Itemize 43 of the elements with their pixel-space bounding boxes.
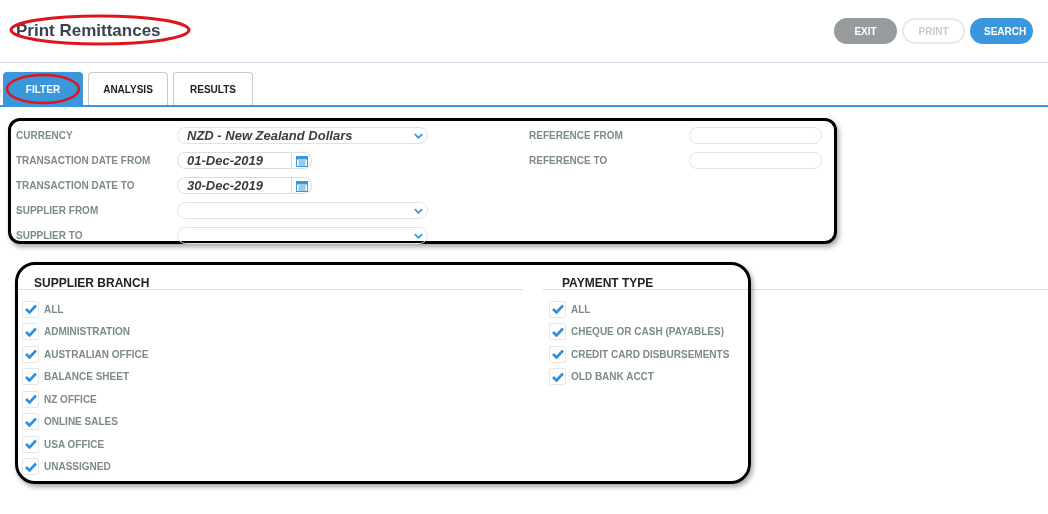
section-heading: SUPPLIER BRANCH xyxy=(34,276,150,290)
checkbox[interactable] xyxy=(22,458,39,476)
field-label: TRANSACTION DATE TO xyxy=(16,180,136,191)
checkbox-label: OLD BANK ACCT xyxy=(571,371,654,383)
field-label: TRANSACTION DATE FROM xyxy=(16,155,152,166)
chevron-icon xyxy=(414,232,423,239)
input-field[interactable] xyxy=(689,127,822,144)
checkbox-label: ALL xyxy=(44,303,64,315)
checkbox-label: NZ OFFICE xyxy=(44,393,97,405)
checkbox[interactable] xyxy=(549,345,566,363)
checkbox[interactable] xyxy=(22,368,39,386)
checkbox[interactable] xyxy=(22,323,39,341)
checkbox-label: USA OFFICE xyxy=(44,438,105,450)
calendar-icon[interactable] xyxy=(292,152,312,169)
checkbox[interactable] xyxy=(549,368,566,386)
checkbox-label: CHEQUE OR CASH (PAYABLES) xyxy=(571,326,724,338)
checkbox-label: CREDIT CARD DISBURSEMENTS xyxy=(571,348,730,360)
checkbox-label: AUSTRALIAN OFFICE xyxy=(44,348,149,360)
calendar-icon[interactable] xyxy=(292,177,312,194)
checkbox-label: ALL xyxy=(571,303,591,315)
checkbox-label: BALANCE SHEET xyxy=(44,371,129,383)
checkbox[interactable] xyxy=(22,413,39,431)
field-label: REFERENCE TO xyxy=(529,155,609,166)
checkbox-label: ADMINISTRATION xyxy=(44,326,130,338)
page-title: Print Remittances xyxy=(16,21,161,41)
field-label: SUPPLIER TO xyxy=(16,230,84,241)
chevron-icon xyxy=(414,132,423,139)
checkbox-label: UNASSIGNED xyxy=(44,461,111,473)
tab[interactable]: ANALYSIS xyxy=(88,72,168,105)
checkbox-label: ONLINE SALES xyxy=(44,416,118,428)
field-label: REFERENCE FROM xyxy=(529,130,624,141)
section-heading: PAYMENT TYPE xyxy=(562,276,654,290)
field-label: SUPPLIER FROM xyxy=(16,205,100,216)
tab[interactable]: RESULTS xyxy=(173,72,253,105)
checkbox[interactable] xyxy=(22,345,39,363)
chevron-icon xyxy=(414,207,423,214)
checkbox[interactable] xyxy=(22,300,39,318)
checkbox[interactable] xyxy=(549,323,566,341)
checkbox[interactable] xyxy=(22,390,39,408)
field-label: CURRENCY xyxy=(16,130,74,141)
input-field[interactable] xyxy=(689,152,822,169)
checkbox[interactable] xyxy=(22,435,39,453)
checkbox[interactable] xyxy=(549,300,566,318)
